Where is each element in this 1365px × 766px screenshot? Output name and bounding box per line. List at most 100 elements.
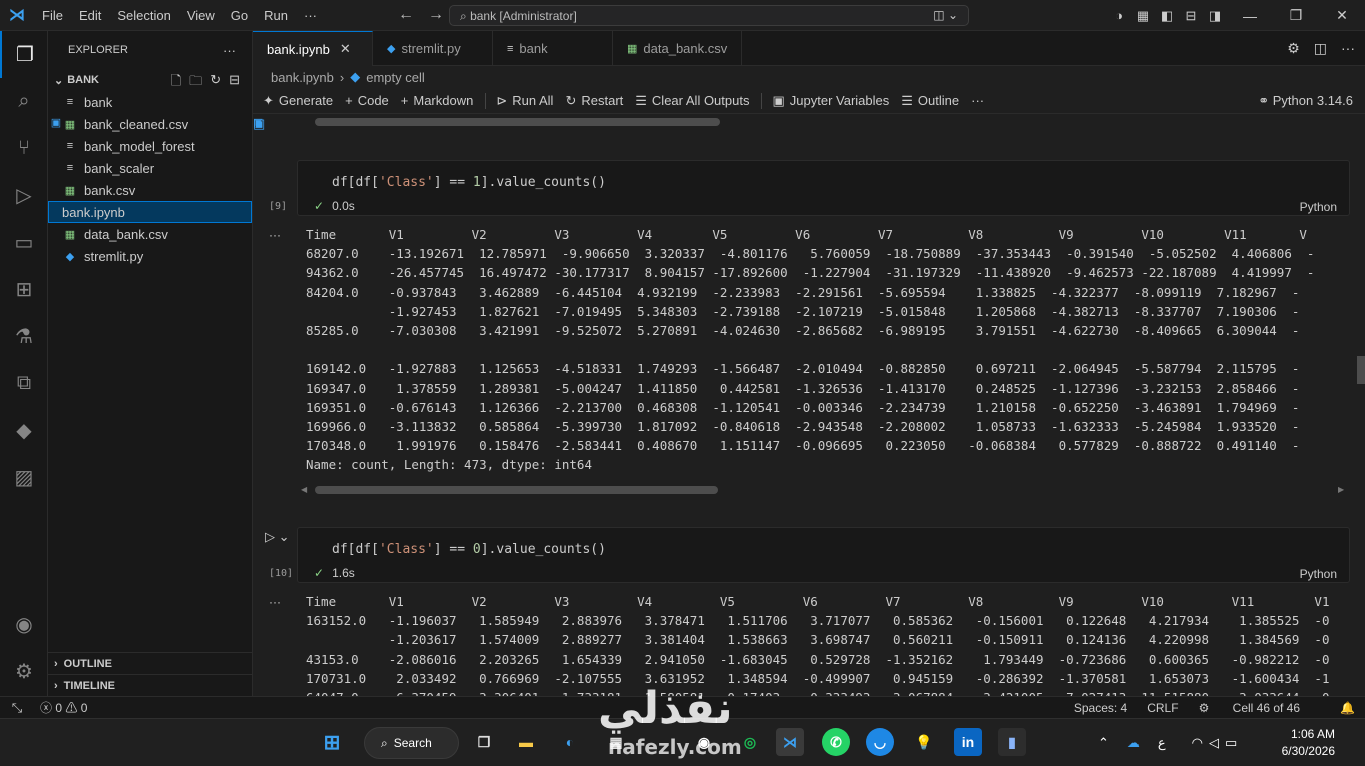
more-actions-icon[interactable]: ··· bbox=[223, 43, 236, 58]
run-debug-icon[interactable]: ▷ bbox=[0, 172, 48, 219]
toggle-secondary-sidebar-icon[interactable]: ◨ bbox=[1203, 8, 1227, 24]
accounts-icon[interactable]: ◑ bbox=[1107, 8, 1131, 23]
windows-start-icon[interactable]: ⊞ bbox=[318, 728, 346, 756]
testing-icon[interactable]: ⚗ bbox=[0, 313, 48, 360]
menu-selection[interactable]: Selection bbox=[109, 8, 178, 23]
python-icon[interactable]: ◆ bbox=[0, 407, 48, 454]
file-item[interactable]: ▣ bank.ipynb bbox=[48, 117, 252, 223]
accounts-icon[interactable]: ◉ bbox=[0, 601, 48, 648]
file-item[interactable]: ≡ bank_scaler bbox=[48, 157, 252, 179]
edge-browser-icon[interactable]: ◐ bbox=[556, 728, 584, 756]
layout-icon[interactable]: ▦ bbox=[1131, 8, 1155, 24]
folder-bank[interactable]: ⌄ BANK 🗋 🗀 ↻ ⊟ bbox=[48, 69, 252, 91]
cell-code[interactable]: df[df['Class'] == 0].value_counts() bbox=[332, 542, 606, 557]
file-explorer-icon[interactable]: ▬ bbox=[512, 728, 540, 756]
linkedin-icon[interactable]: in bbox=[954, 728, 982, 756]
toggle-sidebar-icon[interactable]: ◧ bbox=[1155, 8, 1179, 24]
cell-indicator[interactable]: ⚙ Cell 46 of 46 bbox=[1199, 701, 1320, 715]
add-markdown-button[interactable]: + Markdown bbox=[401, 93, 474, 108]
problems-indicator[interactable]: ⓧ 0 ⚠ 0 bbox=[40, 699, 87, 716]
spotify-icon[interactable]: ◎ bbox=[736, 728, 764, 756]
minimize-icon[interactable]: — bbox=[1227, 8, 1273, 24]
run-all-button[interactable]: ⊳ Run All bbox=[496, 93, 553, 109]
extensions-icon[interactable]: ⊞ bbox=[0, 266, 48, 313]
battery-icon[interactable]: ▭ bbox=[1225, 735, 1237, 751]
close-window-icon[interactable]: ✕ bbox=[1319, 7, 1365, 24]
task-view-icon[interactable]: ❐ bbox=[470, 728, 498, 756]
search-icon[interactable]: ⌕ bbox=[0, 78, 48, 125]
remote-icon[interactable]: ⤡ bbox=[0, 700, 34, 716]
source-control-icon[interactable]: ⑂ bbox=[0, 125, 48, 172]
toolbar-more-button[interactable]: ··· bbox=[971, 93, 984, 108]
wifi-icon[interactable]: ◠ bbox=[1192, 735, 1203, 751]
tab-stremlit-py[interactable]: ◆ stremlit.py bbox=[373, 31, 493, 66]
taskbar-search[interactable]: ⌕ Search bbox=[364, 727, 459, 759]
menu-file[interactable]: File bbox=[34, 8, 71, 23]
code-cell[interactable]: df[df['Class'] == 1].value_counts() ✓ 0.0… bbox=[297, 160, 1350, 216]
new-folder-icon[interactable]: 🗀 bbox=[189, 72, 202, 94]
file-item[interactable]: ▦ bank_cleaned.csv bbox=[48, 113, 252, 135]
vscode-taskbar-icon[interactable]: ⋊ bbox=[776, 728, 804, 756]
jupyter-icon[interactable]: ⧉ bbox=[0, 360, 48, 407]
new-file-icon[interactable]: 🗋 bbox=[171, 72, 181, 94]
more-actions-icon[interactable]: ··· bbox=[1341, 40, 1355, 57]
remote-explorer-icon[interactable]: ▭ bbox=[0, 219, 48, 266]
file-item[interactable]: ▦ data_bank.csv bbox=[48, 223, 252, 245]
kernel-picker[interactable]: ⚭ Python 3.14.6 bbox=[1258, 93, 1353, 109]
cell-language[interactable]: Python bbox=[1300, 200, 1337, 214]
eol-indicator[interactable]: CRLF bbox=[1147, 701, 1178, 715]
output-more-icon[interactable]: ··· bbox=[269, 595, 281, 609]
vertical-scrollbar[interactable] bbox=[1357, 356, 1365, 384]
collapse-all-icon[interactable]: ⊟ bbox=[229, 72, 240, 94]
menu-run[interactable]: Run bbox=[256, 8, 296, 23]
tab-data-bank-csv[interactable]: ▦ data_bank.csv bbox=[613, 31, 743, 66]
explorer-icon[interactable]: ❐ bbox=[0, 31, 48, 78]
command-center[interactable]: ⌕ bank [Administrator] ◫ ⌄ bbox=[449, 5, 969, 26]
scroll-right-icon[interactable]: ▶ bbox=[1338, 485, 1344, 494]
toggle-panel-icon[interactable]: ⊟ bbox=[1179, 8, 1203, 24]
split-editor-icon[interactable]: ◫ bbox=[1314, 40, 1327, 57]
settings-gear-icon[interactable]: ⚙ bbox=[1287, 40, 1300, 57]
lightbulb-icon[interactable]: 💡 bbox=[910, 728, 938, 756]
refresh-icon[interactable]: ↻ bbox=[210, 72, 221, 94]
horizontal-scrollbar[interactable] bbox=[315, 486, 718, 494]
menu-edit[interactable]: Edit bbox=[71, 8, 109, 23]
timeline-section[interactable]: › TIMELINE bbox=[48, 674, 253, 696]
jupyter-variables-button[interactable]: ▣ Jupyter Variables bbox=[772, 93, 889, 109]
cell-language[interactable]: Python bbox=[1300, 567, 1337, 581]
volume-icon[interactable]: ◁ bbox=[1209, 735, 1219, 751]
restart-button[interactable]: ↻ Restart bbox=[565, 93, 623, 109]
taskbar-clock[interactable]: 1:06 AM 6/30/2026 bbox=[1282, 726, 1335, 760]
output-more-icon[interactable]: ··· bbox=[269, 228, 281, 242]
code-cell[interactable]: df[df['Class'] == 0].value_counts() ✓ 1.6… bbox=[297, 527, 1350, 583]
settings-gear-icon[interactable]: ⚙ bbox=[0, 648, 48, 695]
notifications-icon[interactable]: 🔔 bbox=[1340, 701, 1355, 715]
chevron-up-icon[interactable]: ⌃ bbox=[1098, 735, 1109, 751]
indentation-indicator[interactable]: Spaces: 4 bbox=[1074, 701, 1127, 715]
copilot-icon[interactable]: ◫ ⌄ bbox=[933, 8, 958, 22]
back-arrow-icon[interactable]: ← bbox=[398, 6, 414, 24]
tab-bank-ipynb[interactable]: ▣ bank.ipynb ✕ bbox=[253, 31, 373, 129]
add-code-button[interactable]: + Code bbox=[345, 93, 389, 108]
outline-section[interactable]: › OUTLINE bbox=[48, 652, 253, 674]
chart-icon[interactable]: ▨ bbox=[0, 454, 48, 501]
restore-icon[interactable]: ❐ bbox=[1273, 7, 1319, 24]
menu-more[interactable]: ··· bbox=[296, 8, 325, 23]
close-icon[interactable]: ✕ bbox=[340, 41, 351, 57]
app-icon[interactable]: ◡ bbox=[866, 728, 894, 756]
scroll-left-icon[interactable]: ◀ bbox=[301, 485, 307, 494]
file-item[interactable]: ≡ bank bbox=[48, 91, 252, 113]
breadcrumb-file[interactable]: bank.ipynb bbox=[271, 70, 334, 85]
file-item[interactable]: ▦ bank.csv bbox=[48, 179, 252, 201]
tab-bank[interactable]: ≡ bank bbox=[493, 31, 613, 66]
outline-button[interactable]: ☰ Outline bbox=[901, 93, 959, 109]
generate-button[interactable]: ✦ Generate bbox=[263, 93, 333, 109]
input-language[interactable]: ع bbox=[1158, 735, 1166, 751]
horizontal-scrollbar[interactable] bbox=[315, 118, 720, 126]
photos-icon[interactable]: ▦ bbox=[602, 728, 630, 756]
menu-view[interactable]: View bbox=[179, 8, 223, 23]
chrome-icon[interactable]: ◉ bbox=[690, 728, 718, 756]
breadcrumb-cell[interactable]: empty cell bbox=[366, 70, 425, 85]
stats-app-icon[interactable]: ▮ bbox=[998, 728, 1026, 756]
file-item[interactable]: ◆ stremlit.py bbox=[48, 245, 252, 267]
